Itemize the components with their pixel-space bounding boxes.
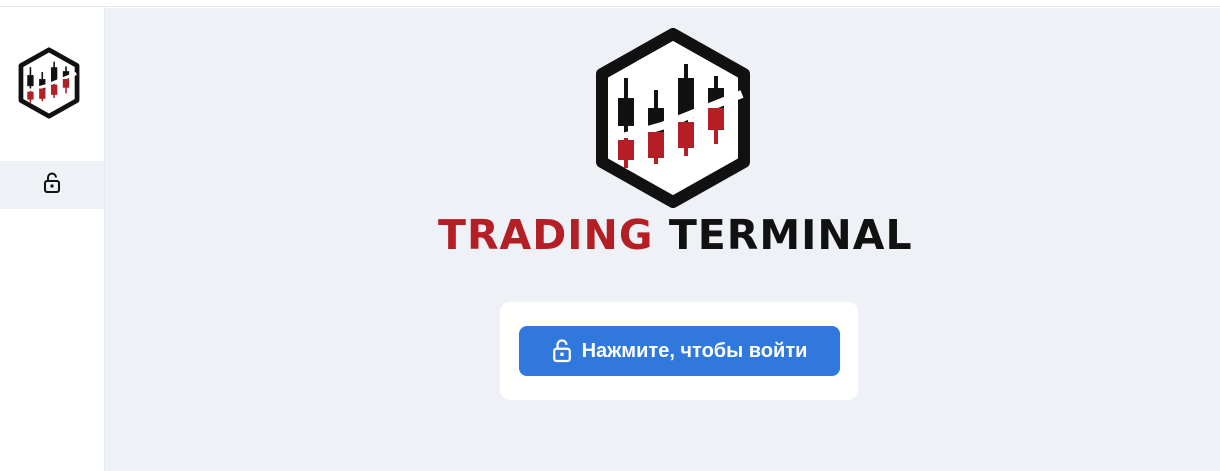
brand-title-part2: TERMINAL: [668, 211, 913, 259]
main-area: TRADING TERMINAL Нажмите, чтобы войти: [105, 8, 1220, 471]
sidebar: [0, 7, 105, 471]
sidebar-item-login[interactable]: [0, 161, 104, 209]
top-bar: [0, 0, 1220, 7]
brand-title: TRADING TERMINAL: [438, 210, 928, 260]
candlestick-hexagon-logo-icon: [592, 28, 754, 208]
lock-open-icon: [552, 338, 572, 364]
lock-open-icon: [43, 172, 61, 199]
login-button[interactable]: Нажмите, чтобы войти: [519, 326, 840, 376]
login-card: Нажмите, чтобы войти: [500, 302, 858, 400]
brand-title-part1: TRADING: [438, 211, 654, 259]
app-logo-icon[interactable]: [17, 47, 81, 119]
login-button-label: Нажмите, чтобы войти: [581, 339, 808, 362]
